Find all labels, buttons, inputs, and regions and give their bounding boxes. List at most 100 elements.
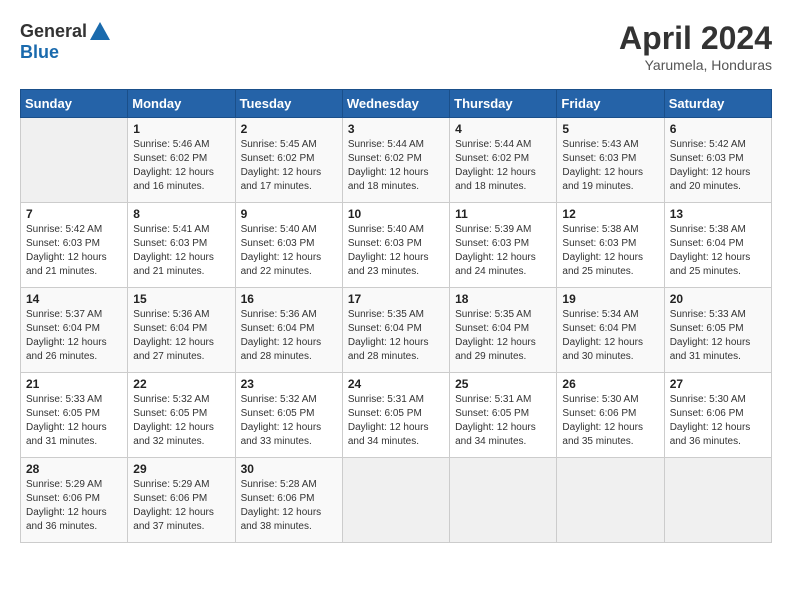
day-info: Sunrise: 5:46 AM Sunset: 6:02 PM Dayligh… xyxy=(133,138,229,194)
day-info: Sunrise: 5:34 AM Sunset: 6:04 PM Dayligh… xyxy=(562,308,658,364)
weekday-header: Wednesday xyxy=(342,90,449,118)
day-number: 29 xyxy=(133,462,229,476)
day-info: Sunrise: 5:39 AM Sunset: 6:03 PM Dayligh… xyxy=(455,223,551,279)
calendar-cell: 5 Sunrise: 5:43 AM Sunset: 6:03 PM Daylig… xyxy=(557,118,664,203)
day-info: Sunrise: 5:37 AM Sunset: 6:04 PM Dayligh… xyxy=(26,308,122,364)
day-info: Sunrise: 5:30 AM Sunset: 6:06 PM Dayligh… xyxy=(670,393,766,449)
calendar-cell: 2 Sunrise: 5:45 AM Sunset: 6:02 PM Daylig… xyxy=(235,118,342,203)
title-section: April 2024 Yarumela, Honduras xyxy=(619,20,772,73)
logo-blue-text: Blue xyxy=(20,42,59,62)
weekday-header: Tuesday xyxy=(235,90,342,118)
day-number: 12 xyxy=(562,207,658,221)
calendar-cell: 3 Sunrise: 5:44 AM Sunset: 6:02 PM Daylig… xyxy=(342,118,449,203)
day-info: Sunrise: 5:35 AM Sunset: 6:04 PM Dayligh… xyxy=(455,308,551,364)
day-info: Sunrise: 5:36 AM Sunset: 6:04 PM Dayligh… xyxy=(133,308,229,364)
weekday-header: Saturday xyxy=(664,90,771,118)
day-number: 9 xyxy=(241,207,337,221)
day-number: 24 xyxy=(348,377,444,391)
calendar-cell xyxy=(342,458,449,543)
day-number: 2 xyxy=(241,122,337,136)
day-info: Sunrise: 5:29 AM Sunset: 6:06 PM Dayligh… xyxy=(26,478,122,534)
logo: General Blue xyxy=(20,20,111,63)
calendar-cell: 10Sunrise: 5:40 AM Sunset: 6:03 PM Dayli… xyxy=(342,203,449,288)
calendar-cell: 28 Sunrise: 5:29 AM Sunset: 6:06 PM Dayli… xyxy=(21,458,128,543)
logo-general-text: General xyxy=(20,21,87,42)
calendar-cell: 12 Sunrise: 5:38 AM Sunset: 6:03 PM Dayli… xyxy=(557,203,664,288)
calendar-cell: 22 Sunrise: 5:32 AM Sunset: 6:05 PM Dayli… xyxy=(128,373,235,458)
day-number: 26 xyxy=(562,377,658,391)
day-info: Sunrise: 5:32 AM Sunset: 6:05 PM Dayligh… xyxy=(241,393,337,449)
calendar-cell: 15 Sunrise: 5:36 AM Sunset: 6:04 PM Dayli… xyxy=(128,288,235,373)
day-info: Sunrise: 5:40 AM Sunset: 6:03 PM Dayligh… xyxy=(241,223,337,279)
day-number: 22 xyxy=(133,377,229,391)
calendar-cell: 24Sunrise: 5:31 AM Sunset: 6:05 PM Dayli… xyxy=(342,373,449,458)
calendar-cell: 11Sunrise: 5:39 AM Sunset: 6:03 PM Dayli… xyxy=(450,203,557,288)
day-number: 5 xyxy=(562,122,658,136)
calendar-cell: 27 Sunrise: 5:30 AM Sunset: 6:06 PM Dayli… xyxy=(664,373,771,458)
day-number: 28 xyxy=(26,462,122,476)
calendar-cell: 13Sunrise: 5:38 AM Sunset: 6:04 PM Dayli… xyxy=(664,203,771,288)
calendar-cell: 25Sunrise: 5:31 AM Sunset: 6:05 PM Dayli… xyxy=(450,373,557,458)
day-number: 15 xyxy=(133,292,229,306)
day-info: Sunrise: 5:42 AM Sunset: 6:03 PM Dayligh… xyxy=(26,223,122,279)
calendar-cell: 6 Sunrise: 5:42 AM Sunset: 6:03 PM Daylig… xyxy=(664,118,771,203)
day-info: Sunrise: 5:45 AM Sunset: 6:02 PM Dayligh… xyxy=(241,138,337,194)
calendar-cell: 16Sunrise: 5:36 AM Sunset: 6:04 PM Dayli… xyxy=(235,288,342,373)
calendar-cell xyxy=(664,458,771,543)
weekday-header: Sunday xyxy=(21,90,128,118)
day-number: 27 xyxy=(670,377,766,391)
day-info: Sunrise: 5:38 AM Sunset: 6:03 PM Dayligh… xyxy=(562,223,658,279)
calendar-cell: 1 Sunrise: 5:46 AM Sunset: 6:02 PM Daylig… xyxy=(128,118,235,203)
day-number: 1 xyxy=(133,122,229,136)
calendar-cell: 30 Sunrise: 5:28 AM Sunset: 6:06 PM Dayli… xyxy=(235,458,342,543)
day-info: Sunrise: 5:30 AM Sunset: 6:06 PM Dayligh… xyxy=(562,393,658,449)
day-number: 30 xyxy=(241,462,337,476)
day-number: 7 xyxy=(26,207,122,221)
day-info: Sunrise: 5:44 AM Sunset: 6:02 PM Dayligh… xyxy=(455,138,551,194)
day-number: 18 xyxy=(455,292,551,306)
day-number: 25 xyxy=(455,377,551,391)
day-info: Sunrise: 5:35 AM Sunset: 6:04 PM Dayligh… xyxy=(348,308,444,364)
calendar-cell xyxy=(21,118,128,203)
calendar-cell: 18 Sunrise: 5:35 AM Sunset: 6:04 PM Dayli… xyxy=(450,288,557,373)
calendar-cell: 19Sunrise: 5:34 AM Sunset: 6:04 PM Dayli… xyxy=(557,288,664,373)
calendar-table: SundayMondayTuesdayWednesdayThursdayFrid… xyxy=(20,89,772,543)
calendar-title: April 2024 xyxy=(619,20,772,57)
day-number: 4 xyxy=(455,122,551,136)
day-number: 21 xyxy=(26,377,122,391)
day-number: 8 xyxy=(133,207,229,221)
calendar-cell: 4 Sunrise: 5:44 AM Sunset: 6:02 PM Daylig… xyxy=(450,118,557,203)
day-info: Sunrise: 5:32 AM Sunset: 6:05 PM Dayligh… xyxy=(133,393,229,449)
weekday-header: Friday xyxy=(557,90,664,118)
calendar-location: Yarumela, Honduras xyxy=(619,57,772,73)
day-number: 20 xyxy=(670,292,766,306)
day-info: Sunrise: 5:44 AM Sunset: 6:02 PM Dayligh… xyxy=(348,138,444,194)
day-number: 6 xyxy=(670,122,766,136)
calendar-cell: 26 Sunrise: 5:30 AM Sunset: 6:06 PM Dayli… xyxy=(557,373,664,458)
day-info: Sunrise: 5:38 AM Sunset: 6:04 PM Dayligh… xyxy=(670,223,766,279)
calendar-cell: 8 Sunrise: 5:41 AM Sunset: 6:03 PM Daylig… xyxy=(128,203,235,288)
calendar-cell: 14 Sunrise: 5:37 AM Sunset: 6:04 PM Dayli… xyxy=(21,288,128,373)
day-info: Sunrise: 5:33 AM Sunset: 6:05 PM Dayligh… xyxy=(26,393,122,449)
calendar-cell: 9 Sunrise: 5:40 AM Sunset: 6:03 PM Daylig… xyxy=(235,203,342,288)
calendar-cell: 20 Sunrise: 5:33 AM Sunset: 6:05 PM Dayli… xyxy=(664,288,771,373)
day-number: 16 xyxy=(241,292,337,306)
day-info: Sunrise: 5:43 AM Sunset: 6:03 PM Dayligh… xyxy=(562,138,658,194)
calendar-cell: 17Sunrise: 5:35 AM Sunset: 6:04 PM Dayli… xyxy=(342,288,449,373)
day-number: 3 xyxy=(348,122,444,136)
page-header: General Blue April 2024 Yarumela, Hondur… xyxy=(20,20,772,73)
calendar-cell: 21 Sunrise: 5:33 AM Sunset: 6:05 PM Dayli… xyxy=(21,373,128,458)
day-number: 10 xyxy=(348,207,444,221)
day-info: Sunrise: 5:42 AM Sunset: 6:03 PM Dayligh… xyxy=(670,138,766,194)
weekday-header: Monday xyxy=(128,90,235,118)
day-info: Sunrise: 5:29 AM Sunset: 6:06 PM Dayligh… xyxy=(133,478,229,534)
day-info: Sunrise: 5:41 AM Sunset: 6:03 PM Dayligh… xyxy=(133,223,229,279)
calendar-cell: 7 Sunrise: 5:42 AM Sunset: 6:03 PM Daylig… xyxy=(21,203,128,288)
day-info: Sunrise: 5:33 AM Sunset: 6:05 PM Dayligh… xyxy=(670,308,766,364)
day-number: 14 xyxy=(26,292,122,306)
calendar-cell xyxy=(557,458,664,543)
logo-triangle-icon xyxy=(89,20,111,42)
day-info: Sunrise: 5:28 AM Sunset: 6:06 PM Dayligh… xyxy=(241,478,337,534)
calendar-cell xyxy=(450,458,557,543)
calendar-cell: 29 Sunrise: 5:29 AM Sunset: 6:06 PM Dayli… xyxy=(128,458,235,543)
